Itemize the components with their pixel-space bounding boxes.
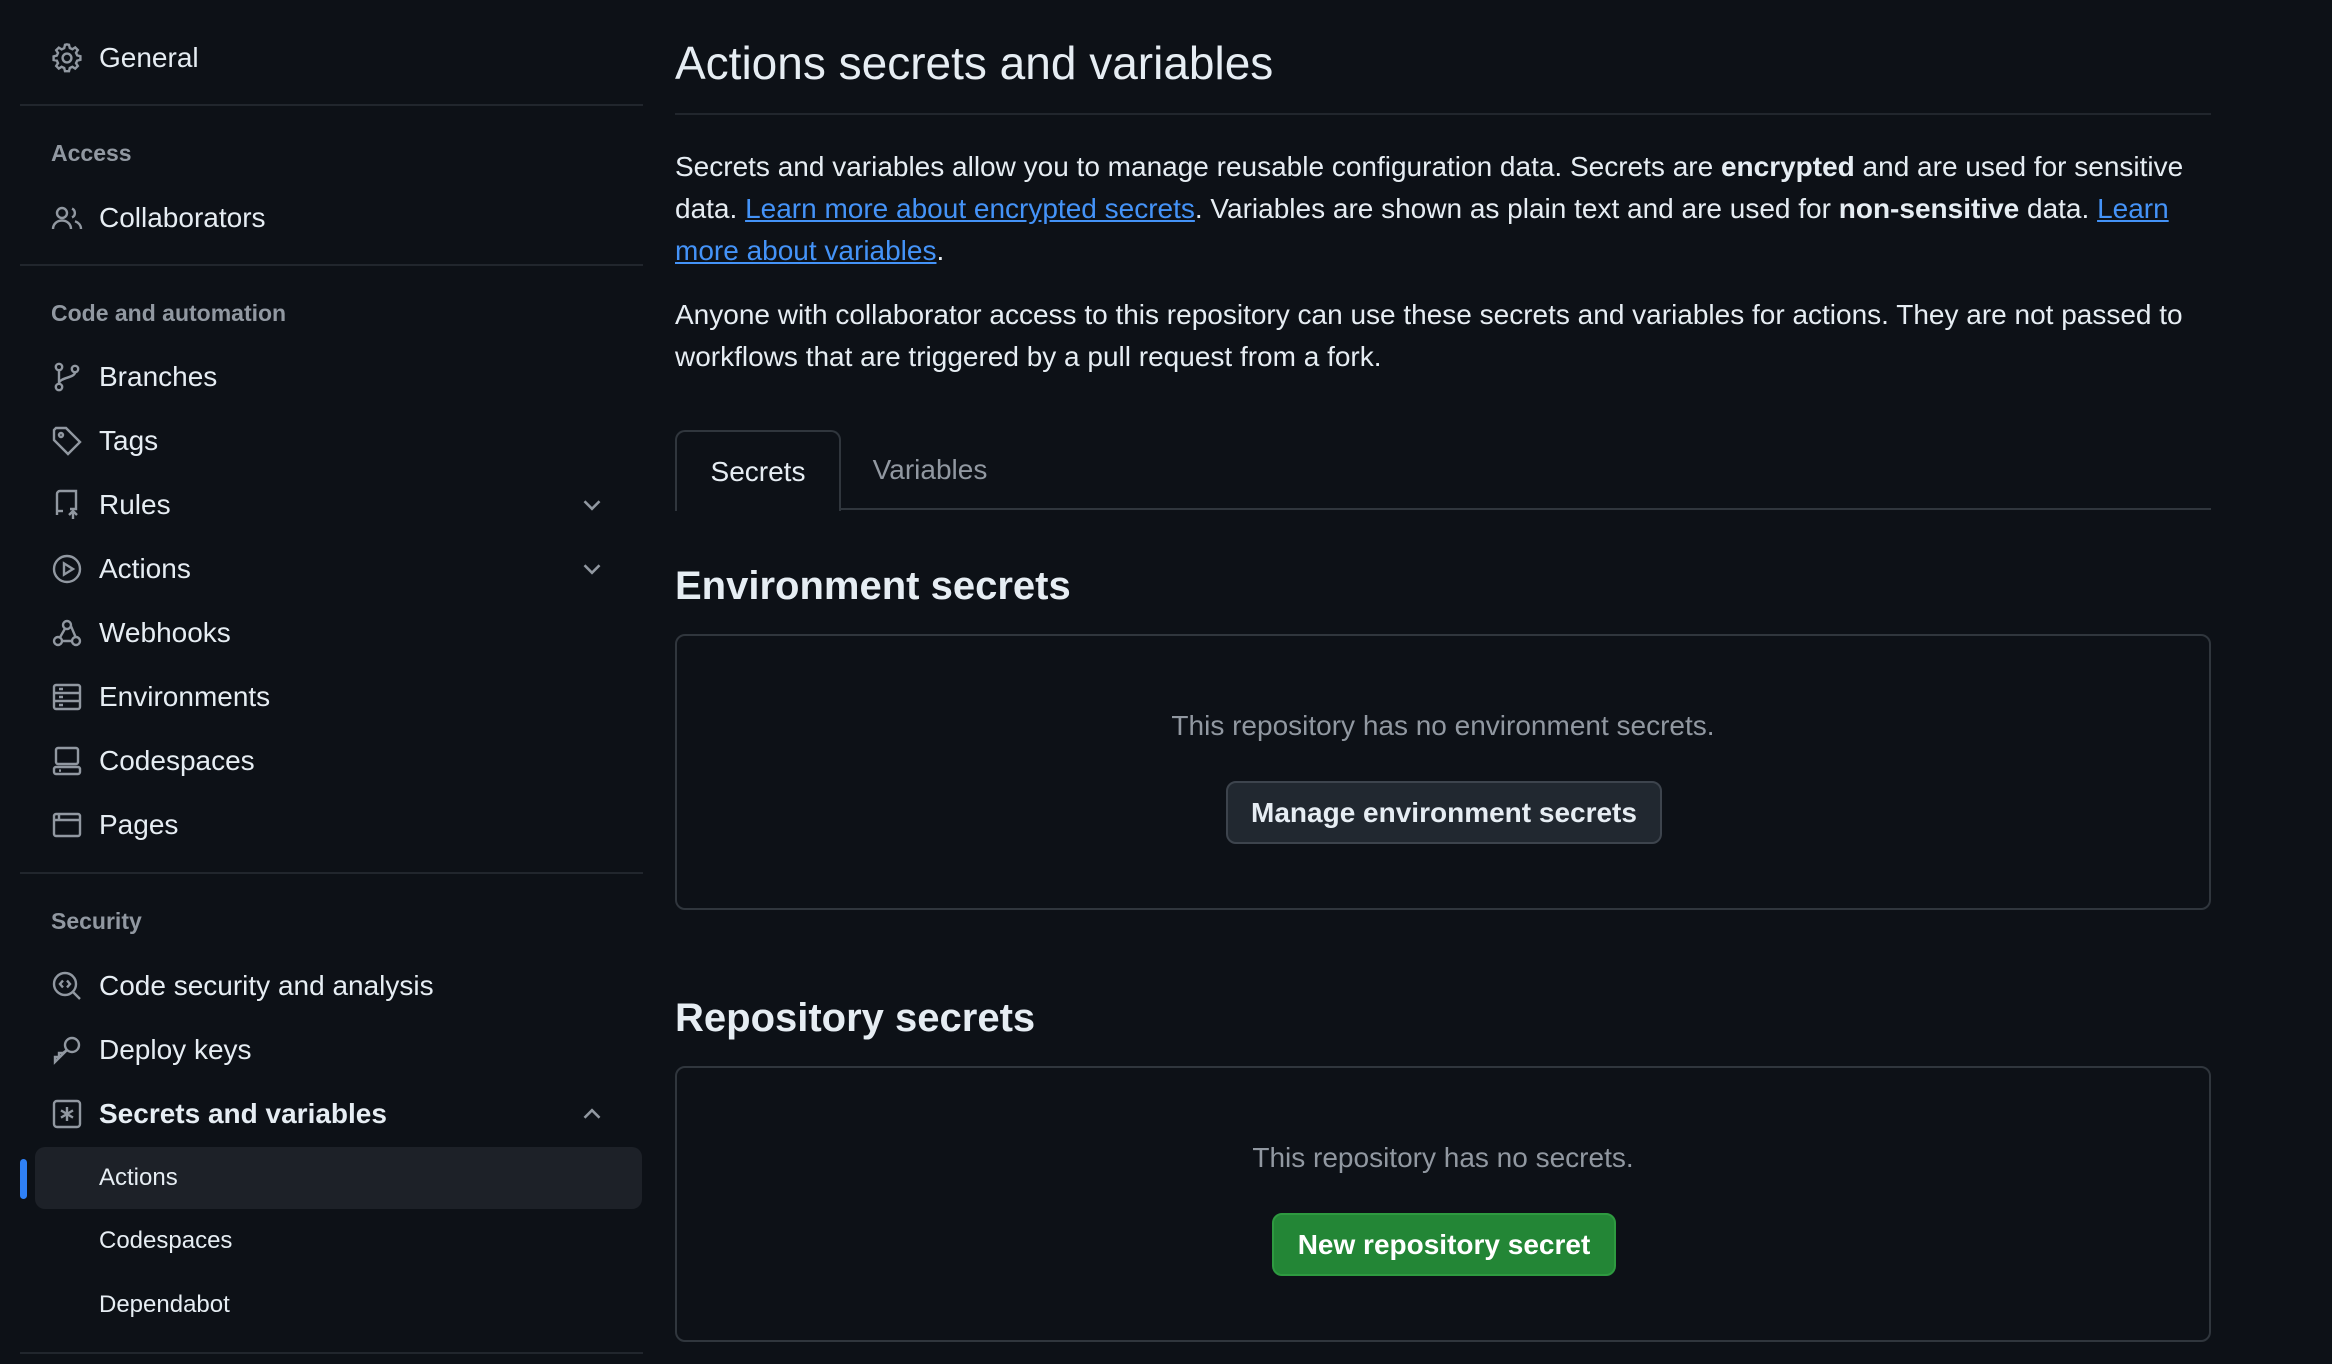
- divider: [20, 104, 643, 106]
- sidebar-item-secrets-and-variables[interactable]: Secrets and variables: [20, 1085, 643, 1143]
- manage-environment-secrets-button[interactable]: Manage environment secrets: [1226, 781, 1662, 844]
- divider: [20, 264, 643, 266]
- tag-icon: [50, 424, 84, 458]
- browser-icon: [50, 808, 84, 842]
- sidebar-item-label: General: [99, 42, 199, 73]
- sidebar-subitem-dependabot[interactable]: Dependabot: [20, 1276, 643, 1334]
- sidebar-item-label: Tags: [99, 425, 159, 456]
- empty-state-text: This repository has no environment secre…: [1171, 710, 1715, 741]
- play-circle-icon: [50, 552, 84, 586]
- environment-secrets-panel: This repository has no environment secre…: [675, 634, 2211, 910]
- repository-secrets-heading: Repository secrets: [675, 996, 1036, 1040]
- divider: [20, 872, 643, 874]
- text: Secrets and variables allow you to manag…: [675, 151, 1721, 182]
- text: . Variables are shown as plain text and …: [1194, 193, 1839, 224]
- sidebar-item-collaborators[interactable]: Collaborators: [20, 189, 643, 247]
- sidebar-item-label: Actions: [99, 553, 191, 584]
- section-title-code-automation: Code and automation: [51, 300, 287, 326]
- tab-secrets[interactable]: Secrets: [675, 430, 841, 511]
- sidebar-item-deploy-keys[interactable]: Deploy keys: [20, 1021, 643, 1079]
- server-icon: [50, 680, 84, 714]
- sidebar-item-label: Environments: [99, 681, 271, 712]
- text: data.: [2019, 193, 2098, 224]
- repository-secrets-panel: This repository has no secrets. New repo…: [675, 1066, 2211, 1342]
- codespaces-icon: [50, 744, 84, 778]
- text-bold: encrypted: [1720, 151, 1855, 182]
- collaborator-notice: Anyone with collaborator access to this …: [675, 299, 2183, 372]
- settings-sidebar: General Access Collaborators Code and au…: [20, 0, 643, 1364]
- section-title-security: Security: [51, 908, 142, 934]
- page-title: Actions secrets and variables: [675, 37, 1274, 89]
- sidebar-item-label: Collaborators: [99, 202, 266, 233]
- sidebar-item-rules[interactable]: Rules: [20, 476, 643, 534]
- divider: [675, 113, 2211, 115]
- text: .: [936, 235, 945, 266]
- sidebar-item-label: Branches: [99, 361, 218, 392]
- sidebar-item-tags[interactable]: Tags: [20, 412, 643, 470]
- sidebar-item-label: Rules: [99, 489, 171, 520]
- sidebar-item-code-security[interactable]: Code security and analysis: [20, 957, 643, 1015]
- chevron-down-icon[interactable]: [577, 490, 607, 520]
- learn-more-secrets-link[interactable]: Learn more about encrypted secrets: [745, 193, 1195, 224]
- sidebar-item-environments[interactable]: Environments: [20, 668, 643, 726]
- sidebar-item-label: Secrets and variables: [99, 1098, 387, 1129]
- sidebar-item-label: Codespaces: [99, 745, 255, 776]
- sidebar-item-label: Code security and analysis: [99, 970, 434, 1001]
- new-repository-secret-button[interactable]: New repository secret: [1272, 1213, 1616, 1276]
- tab-variables[interactable]: Variables: [841, 430, 1019, 510]
- codescan-icon: [50, 969, 84, 1003]
- active-indicator: [20, 1159, 27, 1199]
- sidebar-item-label: Webhooks: [99, 617, 231, 648]
- sidebar-item-label: Dependabot: [99, 1291, 230, 1318]
- branch-icon: [50, 360, 84, 394]
- sidebar-item-actions[interactable]: Actions: [20, 540, 643, 598]
- sidebar-item-label: Codespaces: [99, 1227, 233, 1254]
- sidebar-item-label: Actions: [99, 1164, 178, 1191]
- webhook-icon: [50, 616, 84, 650]
- section-title-access: Access: [51, 140, 132, 166]
- chevron-down-icon[interactable]: [577, 554, 607, 584]
- sidebar-item-pages[interactable]: Pages: [20, 796, 643, 854]
- repo-push-icon: [50, 488, 84, 522]
- sidebar-item-webhooks[interactable]: Webhooks: [20, 604, 643, 662]
- intro-paragraph: Secrets and variables allow you to manag…: [675, 146, 2211, 272]
- sidebar-item-label: Deploy keys: [99, 1034, 252, 1065]
- sidebar-subitem-codespaces[interactable]: Codespaces: [20, 1212, 643, 1270]
- key-asterisk-icon: [50, 1097, 84, 1131]
- key-icon: [50, 1033, 84, 1067]
- sidebar-item-label: Pages: [99, 809, 179, 840]
- environment-secrets-heading: Environment secrets: [675, 564, 1071, 608]
- empty-state-text: This repository has no secrets.: [1252, 1142, 1634, 1173]
- chevron-up-icon[interactable]: [577, 1099, 607, 1129]
- sidebar-item-branches[interactable]: Branches: [20, 348, 643, 406]
- sidebar-subitem-actions[interactable]: Actions: [20, 1147, 643, 1209]
- divider: [20, 1352, 643, 1354]
- people-icon: [50, 201, 84, 235]
- gear-icon: [50, 41, 84, 75]
- sidebar-item-general[interactable]: General: [20, 29, 643, 87]
- sidebar-item-codespaces[interactable]: Codespaces: [20, 732, 643, 790]
- text-bold: non-sensitive: [1838, 193, 2020, 224]
- tab-bar: Secrets Variables: [675, 430, 2211, 511]
